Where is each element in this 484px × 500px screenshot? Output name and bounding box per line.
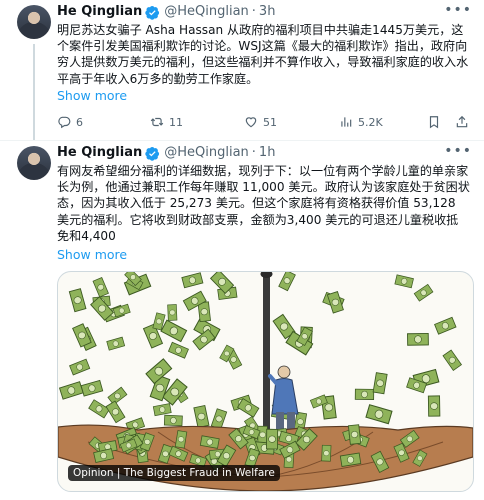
show-more-link[interactable]: Show more: [57, 88, 127, 103]
verified-badge-icon: [145, 5, 160, 20]
reply-icon: [58, 116, 71, 129]
separator-dot: ·: [251, 4, 256, 19]
show-more-link[interactable]: Show more: [57, 247, 127, 262]
reply-count: 6: [76, 115, 83, 129]
more-icon[interactable]: •••: [444, 2, 472, 18]
umbrella-tip: [260, 272, 273, 278]
bookmark-button[interactable]: [427, 115, 441, 129]
timestamp[interactable]: 3h: [259, 3, 276, 21]
more-icon[interactable]: •••: [444, 143, 472, 159]
falling-dollar-bills: [58, 272, 463, 436]
article-caption: Opinion | The Biggest Fraud in Welfare: [68, 465, 280, 481]
repost-icon: [150, 117, 164, 127]
tweet-1[interactable]: He Qinglian @HeQinglian · 3h ••• 明尼苏达女骗子…: [0, 0, 484, 141]
views-icon: [341, 117, 352, 127]
author-handle[interactable]: @HeQinglian: [164, 3, 249, 21]
thread-line: [33, 44, 35, 140]
author-name[interactable]: He Qinglian: [57, 144, 142, 162]
action-bar: 6 11 51 5.2K: [57, 115, 474, 133]
person-holding-pole: [268, 365, 299, 438]
umbrella-pole: [263, 272, 270, 452]
verified-badge-icon: [145, 146, 160, 161]
tweet-2[interactable]: He Qinglian @HeQinglian · 1h ••• 有网友希望细分…: [0, 141, 484, 500]
reply-button[interactable]: 6: [57, 115, 83, 129]
like-button[interactable]: 51: [244, 115, 277, 129]
repost-button[interactable]: 11: [150, 115, 183, 129]
separator-dot: ·: [251, 145, 256, 160]
views-count: 5.2K: [358, 115, 383, 129]
tweet-header: He Qinglian @HeQinglian · 1h: [57, 144, 474, 162]
bookmark-icon: [429, 116, 439, 129]
article-card-image[interactable]: Opinion | The Biggest Fraud in Welfare: [57, 271, 474, 492]
tweet-header: He Qinglian @HeQinglian · 3h: [57, 3, 474, 21]
avatar[interactable]: [17, 5, 51, 39]
author-name[interactable]: He Qinglian: [57, 3, 142, 21]
umbrella-money-illustration: [58, 272, 473, 491]
repost-count: 11: [169, 115, 183, 129]
share-button[interactable]: [455, 115, 469, 129]
tweet-text: 明尼苏达女骗子 Asha Hassan 从政府的福利项目中共骗走1445万美元，…: [57, 23, 469, 86]
share-icon: [456, 115, 468, 128]
views-button[interactable]: 5.2K: [339, 115, 383, 129]
like-icon: [245, 117, 257, 128]
tweet-text: 有网友希望细分福利的详细数据，现列于下：以一位有两个学龄儿童的单亲家长为例，他通…: [57, 164, 470, 243]
timestamp[interactable]: 1h: [259, 144, 276, 162]
avatar[interactable]: [17, 146, 51, 180]
like-count: 51: [263, 115, 277, 129]
author-handle[interactable]: @HeQinglian: [164, 144, 249, 162]
